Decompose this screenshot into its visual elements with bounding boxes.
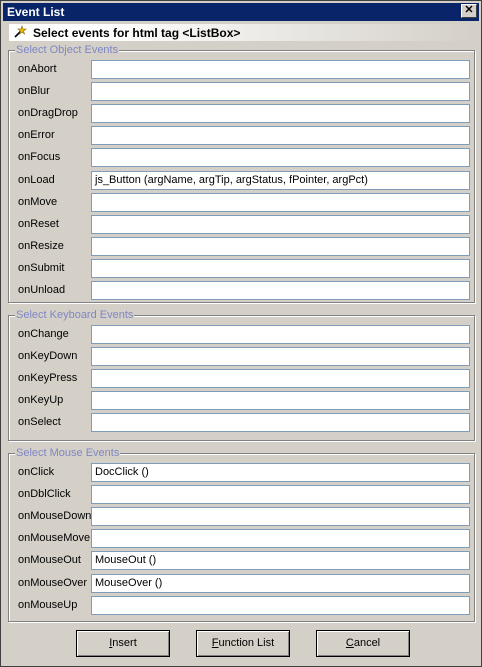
event-handler-input[interactable]: MouseOut () (91, 551, 470, 570)
event-label: onKeyPress (18, 372, 78, 384)
event-row-onreset: onReset (9, 215, 474, 235)
cancel-button[interactable]: Cancel (316, 630, 410, 657)
event-label: onMove (18, 196, 58, 208)
event-handler-input[interactable] (91, 391, 470, 410)
event-label: onClick (18, 466, 55, 478)
event-row-onmousedown: onMouseDown (9, 507, 474, 527)
event-handler-input[interactable] (91, 60, 470, 79)
event-handler-input[interactable] (91, 596, 470, 615)
event-handler-input[interactable]: DocClick () (91, 463, 470, 482)
event-label: onReset (18, 218, 59, 230)
event-handler-input[interactable] (91, 259, 470, 278)
banner-text: Select events for html tag <ListBox> (33, 26, 241, 40)
event-label: onMouseUp (18, 599, 78, 611)
close-button[interactable]: ✕ (461, 4, 477, 18)
object-events-group: Select Object Events onAbort onBlur onDrag… (8, 44, 475, 303)
event-label: onError (18, 129, 55, 141)
event-handler-input[interactable] (91, 413, 470, 432)
keyboard-events-legend: Select Keyboard Events (15, 309, 135, 321)
event-handler-input[interactable] (91, 529, 470, 548)
event-row-ondragdrop: onDragDrop (9, 104, 474, 124)
event-row-onmousemove: onMouseMove (9, 529, 474, 549)
event-list-window: Event List ✕ Select events for html tag … (0, 0, 482, 667)
event-row-onchange: onChange (9, 325, 474, 345)
event-handler-input[interactable]: js_Button (argName, argTip, argStatus, f… (91, 171, 470, 190)
event-label: onKeyDown (18, 350, 78, 362)
event-row-onmouseover: onMouseOver MouseOver () (9, 574, 474, 594)
event-label: onMouseDown (18, 510, 92, 522)
event-handler-input[interactable] (91, 347, 470, 366)
event-label: onKeyUp (18, 394, 64, 406)
event-row-onmouseout: onMouseOut MouseOut () (9, 551, 474, 571)
event-handler-input[interactable] (91, 369, 470, 388)
event-row-onload: onLoad js_Button (argName, argTip, argSta… (9, 171, 474, 191)
function-list-button[interactable]: Function List (196, 630, 290, 657)
event-handler-input[interactable] (91, 215, 470, 234)
event-label: onMouseOver (18, 577, 88, 589)
event-handler-input[interactable] (91, 126, 470, 145)
event-label: onDblClick (18, 488, 71, 500)
event-handler-input[interactable] (91, 104, 470, 123)
event-handler-input[interactable] (91, 325, 470, 344)
event-row-onmove: onMove (9, 193, 474, 213)
wand-icon (14, 25, 27, 38)
event-handler-input[interactable] (91, 485, 470, 504)
event-handler-input[interactable]: MouseOver () (91, 574, 470, 593)
tag-banner: Select events for html tag <ListBox> (9, 24, 475, 41)
event-label: onAbort (18, 63, 57, 75)
event-row-onresize: onResize (9, 237, 474, 257)
close-icon: ✕ (464, 4, 474, 16)
event-row-onclick: onClick DocClick () (9, 463, 474, 483)
event-row-onfocus: onFocus (9, 148, 474, 168)
event-row-onselect: onSelect (9, 413, 474, 433)
event-label: onDragDrop (18, 107, 78, 119)
event-row-onkeydown: onKeyDown (9, 347, 474, 367)
mouse-events-legend: Select Mouse Events (15, 447, 121, 459)
event-row-ondblclick: onDblClick (9, 485, 474, 505)
event-row-onmouseup: onMouseUp (9, 596, 474, 616)
event-handler-input[interactable] (91, 507, 470, 526)
mouse-events-group: Select Mouse Events onClick DocClick () on… (8, 447, 475, 622)
event-row-onerror: onError (9, 126, 474, 146)
event-label: onSubmit (18, 262, 65, 274)
event-handler-input[interactable] (91, 193, 470, 212)
event-row-onkeypress: onKeyPress (9, 369, 474, 389)
event-row-onblur: onBlur (9, 82, 474, 102)
event-label: onMouseOut (18, 554, 81, 566)
window-title: Event List (7, 5, 65, 19)
event-label: onChange (18, 328, 69, 340)
event-label: onBlur (18, 85, 50, 97)
object-events-legend: Select Object Events (15, 44, 120, 56)
event-label: onResize (18, 240, 64, 252)
event-handler-input[interactable] (91, 82, 470, 101)
event-handler-input[interactable] (91, 237, 470, 256)
event-row-onkeyup: onKeyUp (9, 391, 474, 411)
keyboard-events-group: Select Keyboard Events onChange onKeyDown… (8, 309, 475, 441)
event-label: onMouseMove (18, 532, 91, 544)
event-label: onSelect (18, 416, 61, 428)
event-label: onFocus (18, 151, 61, 163)
insert-button[interactable]: Insert (76, 630, 170, 657)
event-label: onUnload (18, 284, 66, 296)
title-bar[interactable]: Event List ✕ (3, 3, 479, 21)
event-row-onunload: onUnload (9, 281, 474, 301)
event-row-onsubmit: onSubmit (9, 259, 474, 279)
event-handler-input[interactable] (91, 148, 470, 167)
event-handler-input[interactable] (91, 281, 470, 300)
event-row-onabort: onAbort (9, 60, 474, 80)
event-label: onLoad (18, 174, 55, 186)
